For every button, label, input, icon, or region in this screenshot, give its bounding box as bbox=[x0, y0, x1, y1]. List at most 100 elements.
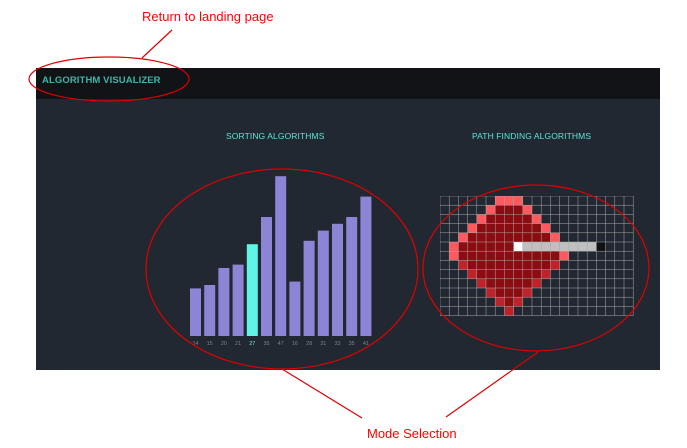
grid-cell bbox=[541, 232, 551, 242]
grid-cell bbox=[532, 223, 542, 233]
grid-cell bbox=[467, 223, 477, 233]
grid-cell bbox=[559, 251, 569, 261]
grid-cell bbox=[532, 242, 542, 252]
grid-cell bbox=[495, 196, 505, 206]
grid-cell bbox=[541, 260, 551, 270]
sort-bar-value: 27 bbox=[249, 341, 255, 347]
sort-bar-value: 20 bbox=[221, 341, 227, 347]
sort-bar-value: 14 bbox=[192, 341, 198, 347]
grid-cell bbox=[513, 260, 523, 270]
sort-bar-value: 33 bbox=[334, 341, 340, 347]
grid-cell bbox=[458, 232, 468, 242]
home-link[interactable]: ALGORITHM VISUALIZER bbox=[42, 75, 161, 86]
grid-cell bbox=[513, 205, 523, 215]
grid-cell bbox=[522, 288, 532, 298]
sorting-preview[interactable]: 14 15 20 21 27 35 47 16 28 31 33 35 41 bbox=[186, 168, 406, 358]
grid-cell bbox=[467, 269, 477, 279]
grid-cell bbox=[467, 232, 477, 242]
grid-cell bbox=[467, 260, 477, 270]
grid-cell bbox=[532, 260, 542, 270]
sort-bar-value: 35 bbox=[349, 341, 355, 347]
annotation-return-label: Return to landing page bbox=[142, 9, 274, 24]
grid-cell bbox=[486, 214, 496, 224]
sort-bar-value: 41 bbox=[363, 341, 369, 347]
grid-cell bbox=[476, 278, 486, 288]
grid-cell bbox=[550, 242, 560, 252]
grid-cell bbox=[504, 214, 514, 224]
grid-cell bbox=[541, 251, 551, 261]
sort-bar bbox=[303, 240, 315, 336]
sort-bar bbox=[261, 217, 272, 336]
grid-cell bbox=[532, 251, 542, 261]
grid-cell bbox=[476, 251, 486, 261]
grid-cell bbox=[513, 278, 523, 288]
grid-cell bbox=[522, 232, 532, 242]
grid-cell bbox=[476, 242, 486, 252]
grid-cell bbox=[550, 251, 560, 261]
sort-bar-value: 35 bbox=[263, 341, 269, 347]
grid-cell bbox=[504, 232, 514, 242]
grid-cell bbox=[504, 269, 514, 279]
grid-cell bbox=[504, 260, 514, 270]
pathfinding-preview[interactable] bbox=[440, 196, 640, 316]
grid-cell bbox=[486, 205, 496, 215]
grid-cell bbox=[532, 214, 542, 224]
grid-cell bbox=[513, 269, 523, 279]
grid-cell bbox=[522, 214, 532, 224]
grid-cell bbox=[486, 251, 496, 261]
sort-bar bbox=[332, 223, 343, 336]
grid-cell bbox=[513, 214, 523, 224]
sort-bar bbox=[190, 288, 201, 336]
sort-bar bbox=[232, 264, 244, 336]
grid-cell bbox=[486, 260, 496, 270]
grid-cell bbox=[504, 297, 514, 307]
grid-cell bbox=[495, 214, 505, 224]
grid-cell bbox=[522, 278, 532, 288]
sort-bar bbox=[275, 176, 287, 336]
grid-cell bbox=[476, 260, 486, 270]
grid-cell bbox=[486, 232, 496, 242]
grid-cell bbox=[522, 251, 532, 261]
grid-cell bbox=[522, 223, 532, 233]
grid-cell bbox=[513, 251, 523, 261]
app-window: ALGORITHM VISUALIZER SORTING ALGORITHMS … bbox=[36, 68, 660, 370]
annotation-mode-pointer-left bbox=[281, 368, 363, 419]
grid-cell bbox=[467, 242, 477, 252]
sort-bar bbox=[289, 281, 301, 336]
sorting-mode-link[interactable]: SORTING ALGORITHMS bbox=[226, 131, 324, 141]
sort-bar bbox=[317, 230, 329, 336]
grid-cell bbox=[522, 205, 532, 215]
grid-cell bbox=[522, 269, 532, 279]
grid-cell bbox=[476, 214, 486, 224]
grid-cell bbox=[504, 251, 514, 261]
grid-cell bbox=[541, 242, 551, 252]
pathfinding-mode-link[interactable]: PATH FINDING ALGORITHMS bbox=[472, 131, 591, 141]
grid-cell bbox=[587, 242, 597, 252]
grid-cell bbox=[495, 232, 505, 242]
grid-cell bbox=[495, 297, 505, 307]
grid-cell bbox=[550, 260, 560, 270]
sort-bar-value: 28 bbox=[306, 341, 312, 347]
grid-cell bbox=[486, 269, 496, 279]
grid-cell bbox=[476, 269, 486, 279]
grid-cell bbox=[504, 242, 514, 252]
grid-cell bbox=[458, 242, 468, 252]
sort-bar bbox=[360, 196, 372, 336]
grid-cell bbox=[550, 232, 560, 242]
sort-bar-value: 47 bbox=[278, 341, 284, 347]
grid-cell bbox=[541, 223, 551, 233]
grid-cell bbox=[504, 278, 514, 288]
sort-bar bbox=[218, 268, 230, 336]
grid-cell bbox=[541, 269, 551, 279]
grid-cell bbox=[532, 269, 542, 279]
grid-cell bbox=[458, 260, 468, 270]
grid-cell bbox=[513, 223, 523, 233]
grid-cell bbox=[568, 242, 578, 252]
grid-cell bbox=[504, 223, 514, 233]
grid-cell bbox=[476, 232, 486, 242]
navbar: ALGORITHM VISUALIZER bbox=[36, 68, 660, 99]
sort-bar-value: 31 bbox=[320, 341, 326, 347]
grid-cell bbox=[486, 278, 496, 288]
grid-cell bbox=[486, 288, 496, 298]
sort-bar bbox=[204, 285, 216, 336]
